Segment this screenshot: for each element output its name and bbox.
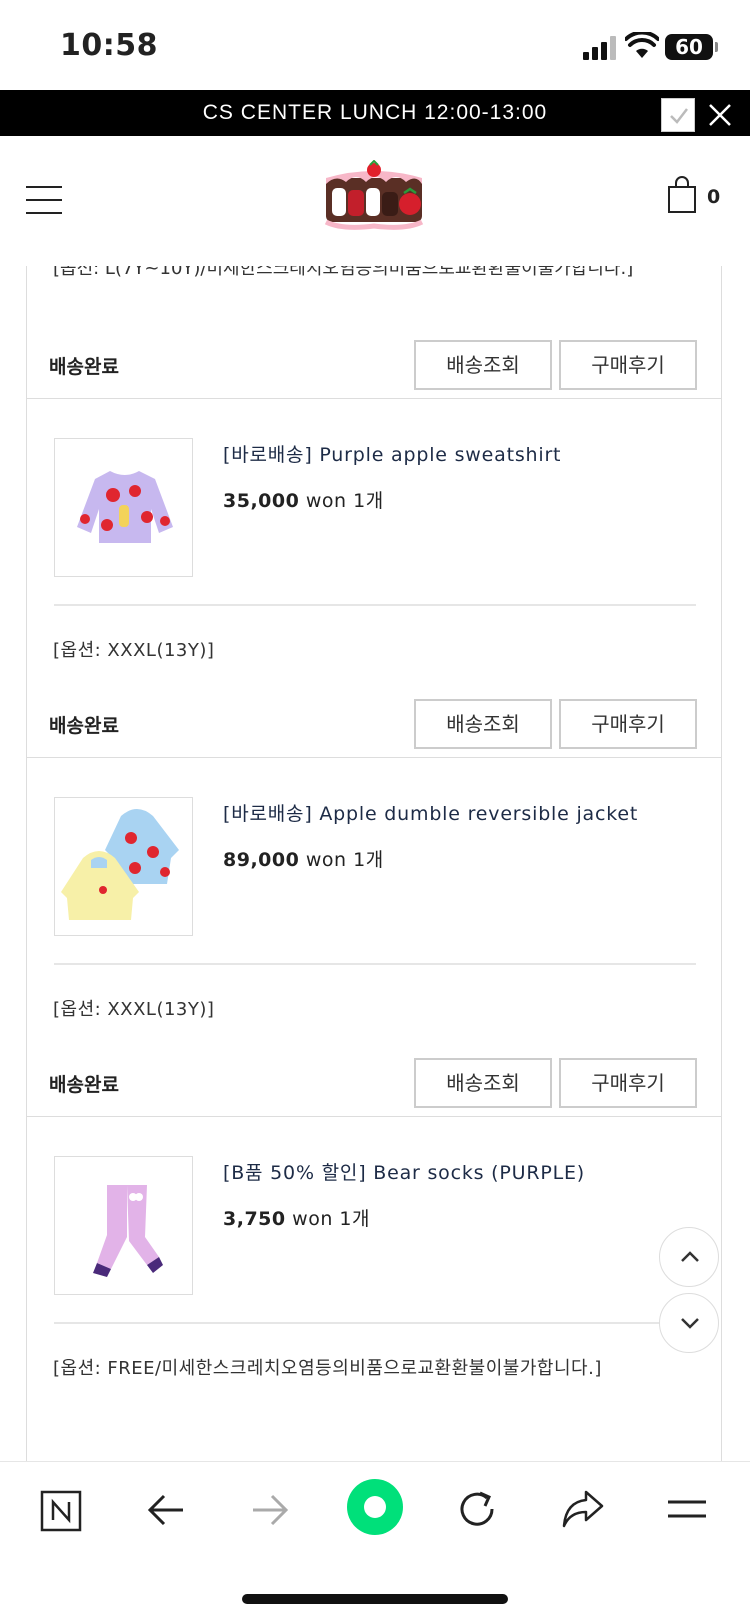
notice-text: CS CENTER LUNCH 12:00-13:00 (202, 101, 548, 124)
order-list: [옵션: L(7Y~10Y)/미세한스크레치오염등의비품으로교환환불이불가합니다… (26, 266, 722, 1461)
order-status-row: 배송완료 배송조회 구매후기 (27, 1058, 721, 1118)
write-review-button[interactable]: 구매후기 (559, 1058, 697, 1108)
divider (54, 604, 696, 606)
price-value: 89,000 (223, 849, 300, 871)
item-name[interactable]: [B품 50% 할인] Bear socks (PURPLE) (223, 1158, 585, 1185)
notice-banner: CS CENTER LUNCH 12:00-13:00 (0, 90, 750, 136)
share-icon[interactable] (560, 1488, 604, 1530)
item-price: 35,000 won 1개 (223, 486, 384, 513)
close-icon[interactable] (703, 98, 737, 132)
price-value: 3,750 (223, 1208, 286, 1230)
price-currency: won (305, 849, 347, 871)
option-text: [옵션: L(7Y~10Y)/미세한스크레치오염등의비품으로교환환불이불가합니다… (53, 266, 634, 279)
chevron-down-icon (681, 1318, 699, 1329)
delivery-status: 배송완료 (49, 1074, 119, 1096)
forward-arrow-icon[interactable] (250, 1492, 290, 1528)
back-arrow-icon[interactable] (146, 1492, 186, 1528)
purple-sweatshirt-image[interactable] (54, 438, 193, 577)
notice-check-icon[interactable] (661, 98, 695, 132)
price-currency: won (292, 1208, 333, 1230)
green-dot-icon[interactable] (346, 1478, 404, 1536)
item-name[interactable]: [바로배송] Apple dumble reversible jacket (223, 799, 638, 826)
item-price: 89,000 won 1개 (223, 845, 384, 872)
menu-icon[interactable] (666, 1494, 708, 1524)
order-item: [바로배송] Purple apple sweatshirt 35,000 wo… (27, 398, 721, 718)
brand-logo[interactable] (322, 160, 426, 232)
wifi-icon (625, 32, 659, 58)
option-text: [옵션: FREE/미세한스크레치오염등의비품으로교환환불이불가합니다.] (53, 1358, 602, 1379)
item-name[interactable]: [바로배송] Purple apple sweatshirt (223, 440, 561, 467)
price-currency: won (305, 490, 347, 512)
shopping-bag-icon[interactable] (667, 176, 697, 214)
status-bar: 10:58 60 (0, 0, 750, 90)
refresh-icon[interactable] (456, 1488, 498, 1530)
item-price: 3,750 won 1개 (223, 1204, 370, 1231)
scroll-up-button[interactable] (659, 1227, 719, 1287)
option-text: [옵션: XXXL(13Y)] (53, 640, 215, 661)
delivery-status: 배송완료 (49, 356, 119, 378)
chevron-up-icon (681, 1251, 699, 1262)
item-quantity: 1개 (339, 1208, 370, 1230)
divider (54, 1322, 696, 1324)
site-header: 0 (0, 136, 750, 266)
write-review-button[interactable]: 구매후기 (559, 340, 697, 390)
menu-icon[interactable] (26, 186, 62, 216)
home-indicator (242, 1594, 508, 1604)
track-delivery-button[interactable]: 배송조회 (414, 340, 552, 390)
price-value: 35,000 (223, 490, 300, 512)
scroll-down-button[interactable] (659, 1293, 719, 1353)
order-item: [B품 50% 할인] Bear socks (PURPLE) 3,750 wo… (27, 1116, 721, 1436)
order-status-row: 배송완료 배송조회 구매후기 (27, 699, 721, 759)
cart-count: 0 (707, 186, 721, 208)
order-item: [바로배송] Apple dumble reversible jacket 89… (27, 757, 721, 1077)
delivery-status: 배송완료 (49, 715, 119, 737)
order-status-row: 배송완료 배송조회 구매후기 (27, 340, 721, 400)
battery-icon: 60 (665, 34, 718, 60)
track-delivery-button[interactable]: 배송조회 (414, 1058, 552, 1108)
naver-home-icon[interactable] (40, 1490, 82, 1532)
status-time: 10:58 (60, 28, 158, 63)
item-quantity: 1개 (353, 849, 384, 871)
write-review-button[interactable]: 구매후기 (559, 699, 697, 749)
track-delivery-button[interactable]: 배송조회 (414, 699, 552, 749)
item-quantity: 1개 (353, 490, 384, 512)
signal-icon (583, 36, 619, 60)
divider (54, 963, 696, 965)
option-text: [옵션: XXXL(13Y)] (53, 999, 215, 1020)
reversible-jacket-image[interactable] (54, 797, 193, 936)
bear-socks-image[interactable] (54, 1156, 193, 1295)
